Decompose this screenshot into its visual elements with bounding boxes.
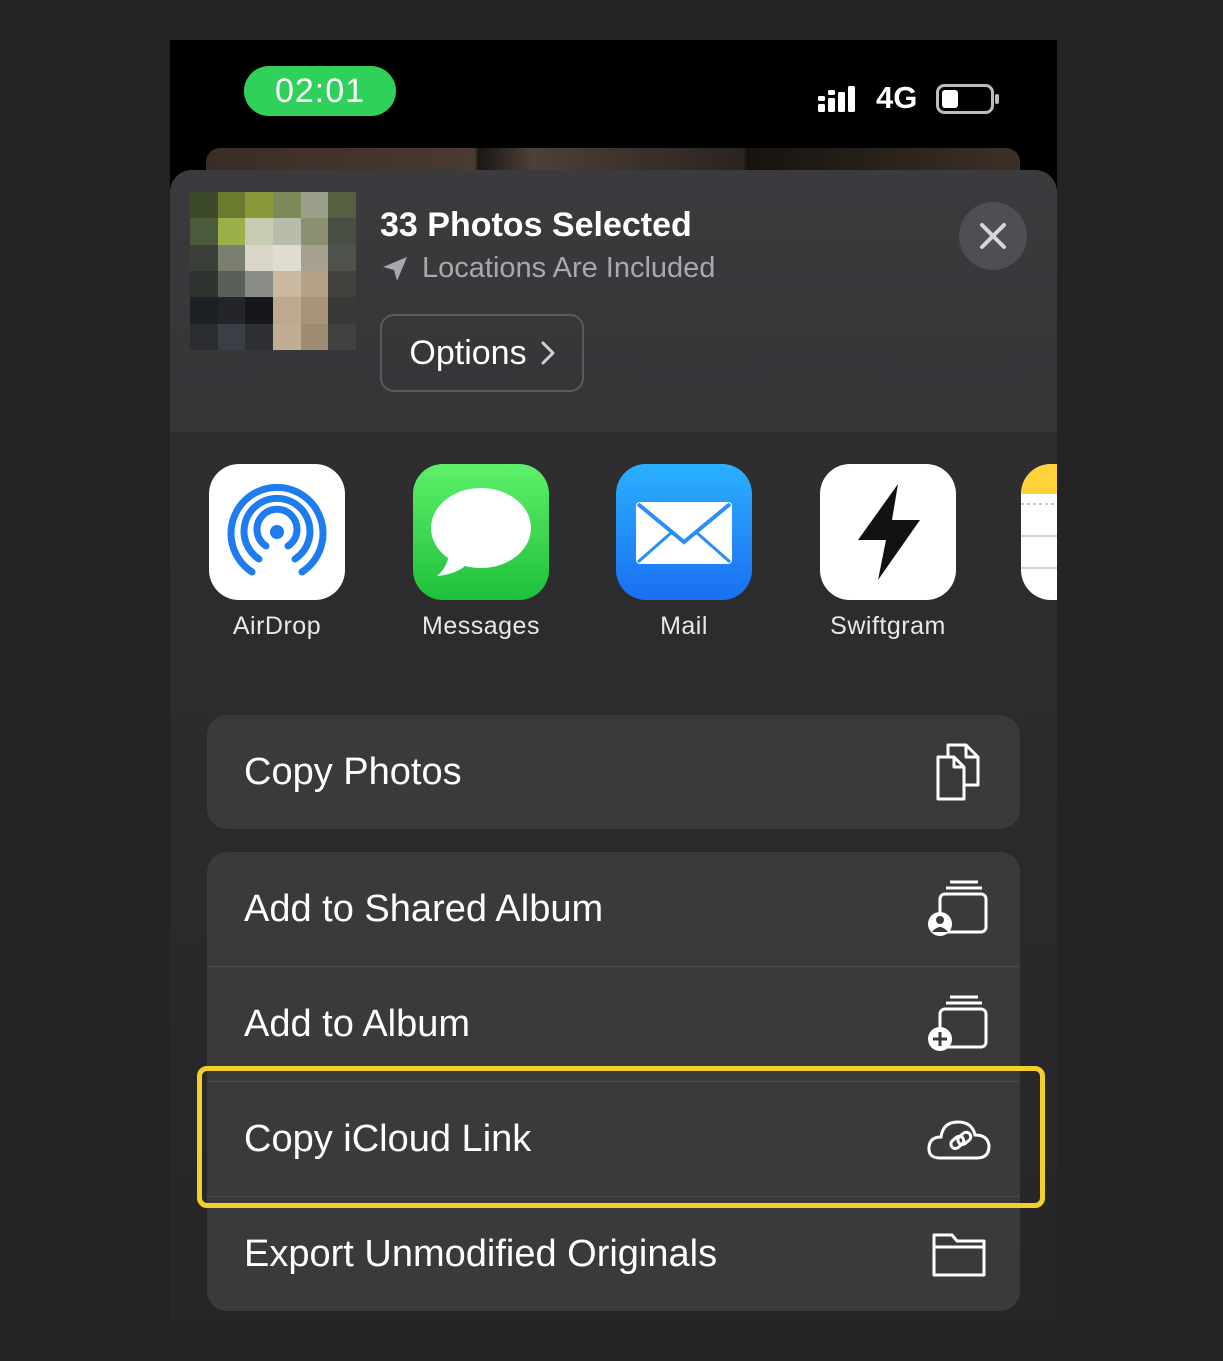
- close-button[interactable]: [959, 202, 1027, 270]
- share-sheet-header: 33 Photos Selected Locations Are Include…: [170, 170, 1057, 433]
- copy-icon: [936, 743, 980, 801]
- network-type: 4G: [876, 80, 918, 115]
- action-add-to-album[interactable]: Add to Album: [207, 967, 1020, 1082]
- action-copy-photos[interactable]: Copy Photos: [207, 715, 1020, 829]
- action-label: Export Unmodified Originals: [244, 1233, 718, 1275]
- app-airdrop[interactable]: AirDrop: [207, 464, 347, 641]
- app-label: Swiftgram: [830, 612, 946, 640]
- action-label: Add to Shared Album: [244, 888, 604, 930]
- options-label: Options: [409, 333, 527, 372]
- cellular-signal-icon: [818, 86, 855, 112]
- close-icon: [980, 223, 1006, 249]
- highlight-box: [197, 1066, 1045, 1208]
- selection-title: 33 Photos Selected: [380, 206, 692, 244]
- chevron-right-icon: [541, 341, 555, 365]
- time-pill[interactable]: 02:01: [244, 66, 396, 116]
- action-export-originals[interactable]: Export Unmodified Originals: [207, 1197, 1020, 1311]
- options-button[interactable]: Options: [380, 314, 584, 392]
- folder-icon: [932, 1233, 986, 1277]
- app-swiftgram[interactable]: Swiftgram: [818, 464, 958, 641]
- app-label: Messages: [422, 612, 540, 640]
- photo-thumbnail: [190, 192, 356, 350]
- action-add-shared-album[interactable]: Add to Shared Album: [207, 852, 1020, 967]
- add-album-icon: [928, 995, 988, 1051]
- app-label: Mail: [660, 612, 708, 640]
- messages-icon: [413, 464, 549, 600]
- notes-icon: [1021, 464, 1057, 600]
- swiftgram-icon: [820, 464, 956, 600]
- battery-icon: [936, 84, 999, 114]
- shared-album-icon: [928, 880, 988, 936]
- location-text: Locations Are Included: [422, 252, 716, 284]
- mail-icon: [616, 464, 752, 600]
- app-messages[interactable]: Messages: [411, 464, 551, 641]
- app-mail[interactable]: Mail: [614, 464, 754, 641]
- app-notes[interactable]: [1021, 464, 1057, 600]
- action-group-copy: Copy Photos: [207, 715, 1020, 829]
- app-share-row: AirDrop Messages Mail Swiftgram: [170, 464, 1057, 654]
- location-arrow-icon: [383, 256, 407, 281]
- location-info: Locations Are Included: [380, 252, 715, 285]
- app-label: AirDrop: [232, 612, 322, 640]
- action-label: Add to Album: [244, 1003, 471, 1045]
- status-bar: 02:01 4G: [170, 40, 1057, 150]
- airdrop-icon: [209, 464, 345, 600]
- action-label: Copy Photos: [244, 751, 462, 793]
